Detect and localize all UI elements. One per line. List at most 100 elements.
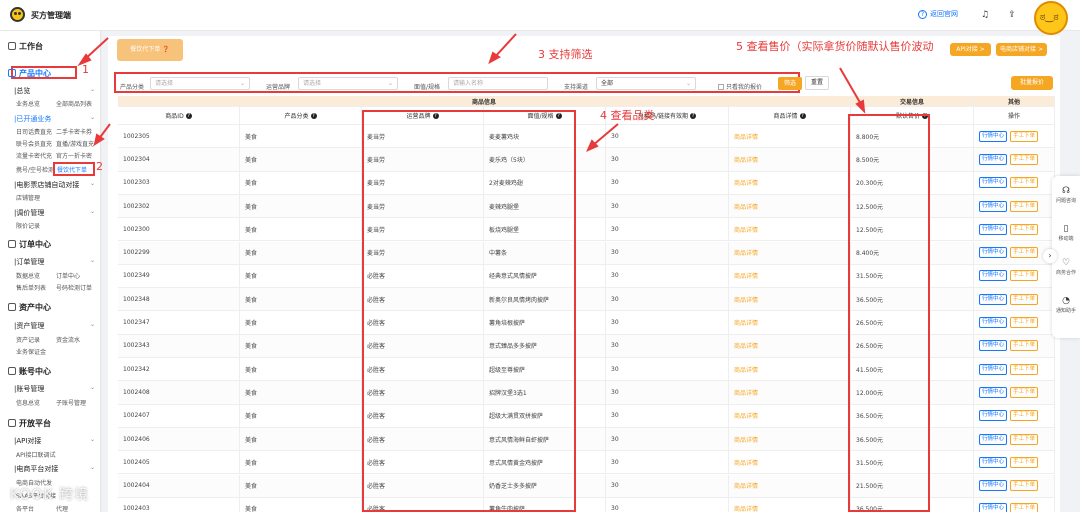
- sidebar-item[interactable]: 资产记录: [16, 335, 40, 344]
- sidebar-item[interactable]: 联号会员直充: [16, 139, 52, 148]
- cell-detail-link[interactable]: 商品详情: [729, 404, 851, 427]
- cooperation-button[interactable]: ♡ 商务合作: [1052, 258, 1080, 276]
- sidebar-item[interactable]: 数据总览: [16, 271, 40, 280]
- sidebar-item[interactable]: 直播/游戏直充: [56, 139, 94, 148]
- cell-detail-link[interactable]: 商品详情: [729, 497, 851, 512]
- sidebar-group-account[interactable]: |账号管理 ⌄: [14, 384, 95, 394]
- sidebar-item[interactable]: 业务保证金: [16, 347, 46, 356]
- manual-order-button[interactable]: 手工下单: [1010, 503, 1039, 512]
- manual-order-button[interactable]: 手工下单: [1010, 200, 1039, 212]
- channel-select[interactable]: 全部 ⌄: [596, 77, 696, 90]
- market-center-button[interactable]: 行情中心: [979, 480, 1008, 492]
- sidebar-group-enabled-business[interactable]: |已开通业务 ⌄: [14, 114, 95, 124]
- bulk-quote-button[interactable]: 批量报价: [1011, 76, 1053, 90]
- market-center-button[interactable]: 行情中心: [979, 456, 1008, 468]
- avatar[interactable]: [1030, 0, 1074, 35]
- cell-detail-link[interactable]: 商品详情: [729, 334, 851, 357]
- cell-detail-link[interactable]: 商品详情: [729, 474, 851, 497]
- manual-order-button[interactable]: 手工下单: [1010, 480, 1039, 492]
- sidebar-item[interactable]: 携号/空号检测: [16, 165, 54, 174]
- sidebar-scrollbar[interactable]: [100, 31, 101, 512]
- sidebar-section-account-center[interactable]: 账号中心: [8, 366, 51, 377]
- help-link[interactable]: ? 返回官网: [918, 9, 958, 19]
- col-header-category[interactable]: 产品分类?: [240, 107, 362, 124]
- manual-order-button[interactable]: 手工下单: [1010, 130, 1039, 142]
- market-center-button[interactable]: 行情中心: [979, 363, 1008, 375]
- manual-order-button[interactable]: 手工下单: [1010, 317, 1039, 329]
- manual-order-button[interactable]: 手工下单: [1010, 293, 1039, 305]
- manual-order-button[interactable]: 手工下单: [1010, 433, 1039, 445]
- manual-order-button[interactable]: 手工下单: [1010, 363, 1039, 375]
- api-integration-button[interactable]: API对接 >: [950, 43, 991, 56]
- sidebar-section-open-platform[interactable]: 开放平台: [8, 418, 51, 429]
- sidebar-item[interactable]: 限价记录: [16, 221, 40, 230]
- consult-button[interactable]: ☊ 问题咨询: [1052, 186, 1080, 204]
- col-header-id[interactable]: 商品ID?: [118, 107, 240, 124]
- manual-order-button[interactable]: 手工下单: [1010, 386, 1039, 398]
- manual-order-button[interactable]: 手工下单: [1010, 177, 1039, 189]
- sidebar-item[interactable]: API接口联调试: [16, 450, 56, 459]
- sidebar-item-dine-order[interactable]: 餐饮代下单: [57, 165, 87, 174]
- col-header-detail[interactable]: 商品详情?: [729, 107, 851, 124]
- ecommerce-integration-button[interactable]: 电商店铺对接 >: [996, 43, 1047, 56]
- sidebar-group-overview[interactable]: |总览 ⌄: [14, 86, 95, 96]
- market-center-button[interactable]: 行情中心: [979, 200, 1008, 212]
- sidebar-item[interactable]: 官方一折卡密: [56, 151, 92, 160]
- sidebar-item[interactable]: 全部商品列表: [56, 99, 92, 108]
- sidebar-group-cinema[interactable]: |电影票店铺自动对接 ⌄: [14, 180, 95, 190]
- sidebar-item[interactable]: 订单中心: [56, 271, 80, 280]
- market-center-button[interactable]: 行情中心: [979, 503, 1008, 512]
- mobile-button[interactable]: ▯ 移动端: [1052, 224, 1080, 242]
- manual-order-button[interactable]: 手工下单: [1010, 410, 1039, 422]
- search-button[interactable]: 筛选: [778, 77, 802, 90]
- sidebar-group-price[interactable]: |调价管理 ⌄: [14, 208, 95, 218]
- sidebar-item[interactable]: 店铺管理: [16, 193, 40, 202]
- market-center-button[interactable]: 行情中心: [979, 410, 1008, 422]
- cell-detail-link[interactable]: 商品详情: [729, 171, 851, 194]
- market-center-button[interactable]: 行情中心: [979, 223, 1008, 235]
- sidebar-section-workbench[interactable]: 工作台: [8, 41, 43, 52]
- brand-select[interactable]: 请选择 ⌄: [298, 77, 398, 90]
- sidebar-section-asset-center[interactable]: 资产中心: [8, 302, 51, 313]
- sidebar-item[interactable]: 二手卡密卡券: [56, 127, 92, 136]
- cell-detail-link[interactable]: 商品详情: [729, 358, 851, 381]
- cell-detail-link[interactable]: 商品详情: [729, 311, 851, 334]
- cell-detail-link[interactable]: 商品详情: [729, 288, 851, 311]
- cell-detail-link[interactable]: 商品详情: [729, 194, 851, 218]
- manual-order-button[interactable]: 手工下单: [1010, 270, 1039, 282]
- market-center-button[interactable]: 行情中心: [979, 293, 1008, 305]
- sidebar-item[interactable]: 资金流水: [56, 335, 80, 344]
- sidebar-item[interactable]: 售后单列表: [16, 283, 46, 292]
- sidebar-group-asset[interactable]: |资产管理 ⌄: [14, 321, 95, 331]
- category-select[interactable]: 请选择 ⌄: [150, 77, 250, 90]
- sidebar-item[interactable]: 日司话费直充: [16, 127, 52, 136]
- market-center-button[interactable]: 行情中心: [979, 340, 1008, 352]
- market-center-button[interactable]: 行情中心: [979, 317, 1008, 329]
- reset-button[interactable]: 重置: [805, 76, 829, 90]
- cell-detail-link[interactable]: 商品详情: [729, 427, 851, 451]
- market-center-button[interactable]: 行情中心: [979, 177, 1008, 189]
- sidebar-group-api[interactable]: |API对接 ⌄: [14, 436, 95, 446]
- cell-detail-link[interactable]: 商品详情: [729, 451, 851, 474]
- cell-detail-link[interactable]: 商品详情: [729, 148, 851, 171]
- cell-detail-link[interactable]: 商品详情: [729, 125, 851, 148]
- manual-order-button[interactable]: 手工下单: [1010, 456, 1039, 468]
- market-center-button[interactable]: 行情中心: [979, 433, 1008, 445]
- sidebar-item[interactable]: 信息总览: [16, 398, 40, 407]
- sidebar-item[interactable]: 各平台: [16, 504, 34, 512]
- sidebar-item[interactable]: 号码检测订单: [56, 283, 92, 292]
- sidebar-group-order[interactable]: |订单管理 ⌄: [14, 257, 95, 267]
- spec-input[interactable]: 请输入名称: [448, 77, 548, 90]
- sidebar-group-ec[interactable]: |电商平台对接 ⌄: [14, 464, 95, 474]
- sidebar-item[interactable]: 业务总览: [16, 99, 40, 108]
- sidebar-section-product-center[interactable]: 产品中心: [8, 68, 51, 79]
- manual-order-button[interactable]: 手工下单: [1010, 340, 1039, 352]
- cell-detail-link[interactable]: 商品详情: [729, 218, 851, 241]
- panel-collapse-button[interactable]: ›: [1043, 249, 1057, 263]
- notify-button[interactable]: ◔ 通知助手: [1052, 296, 1080, 314]
- manual-order-button[interactable]: 手工下单: [1010, 223, 1039, 235]
- dine-order-tab-button[interactable]: 餐饮代下单 ❓: [117, 39, 183, 61]
- manual-order-button[interactable]: 手工下单: [1010, 153, 1039, 165]
- market-center-button[interactable]: 行情中心: [979, 270, 1008, 282]
- sidebar-item[interactable]: 流量卡密代充: [16, 151, 52, 160]
